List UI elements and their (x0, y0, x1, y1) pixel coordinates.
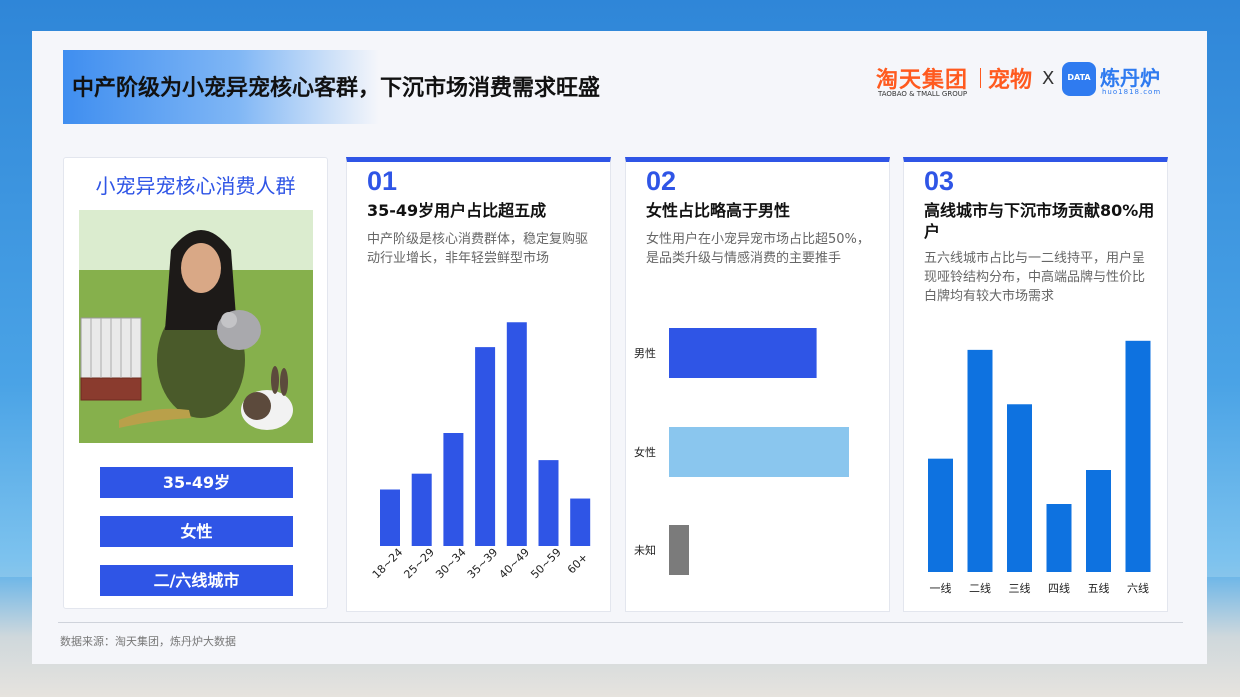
age-tick-label: 30~34 (433, 546, 469, 582)
tag-gender: 女性 (100, 516, 293, 547)
panel-age: 01 35-49岁用户占比超五成 中产阶级是核心消费群体，稳定复购驱动行业增长，… (346, 157, 611, 612)
persona-photo-illustration (79, 210, 313, 443)
age-bar-6 (570, 498, 591, 546)
city-tick-label: 三线 (1009, 581, 1031, 595)
tag-age: 35-49岁 (100, 467, 293, 498)
age-tick-label: 50~59 (528, 546, 564, 582)
persona-title: 小宠异宠核心消费人群 (95, 174, 296, 198)
lian-logo: 炼丹炉 (1100, 66, 1160, 90)
tag-city: 二/六线城市 (100, 565, 293, 596)
age-bar-3 (475, 347, 496, 546)
footer-divider (58, 622, 1183, 623)
gender-tick-label: 男性 (634, 346, 656, 360)
brand-logos: 淘天集团 TAOBAO & TMALL GROUP 宠物 X DATA 炼丹炉 … (876, 60, 1176, 104)
panel-gender: 02 女性占比略高于男性 女性用户在小宠异宠市场占比超50%，是品类升级与情感消… (625, 157, 890, 612)
age-bar-chart: 18~2425~2930~3435~3940~4950~59 60+ (370, 322, 591, 582)
age-bar-0 (380, 489, 400, 546)
age-tick-label: 25~29 (401, 546, 437, 582)
age-tick-label: 60+ (565, 551, 591, 577)
lian-badge-icon: DATA (1062, 62, 1096, 96)
persona-panel: 小宠异宠核心消费人群 35-49岁 女性 二/六线城市 (63, 157, 328, 609)
gender-bar-2 (669, 525, 689, 575)
age-tick-label: 40~49 (497, 546, 533, 582)
page-title: 中产阶级为小宠异宠核心客群，下沉市场消费需求旺盛 (72, 76, 601, 101)
gender-bar-chart: 男性女性未知 (634, 328, 849, 575)
age-bar-2 (443, 433, 464, 546)
lian-badge-text: DATA (1067, 73, 1091, 82)
age-tick-label: 18~24 (370, 546, 406, 582)
data-source: 数据来源：淘天集团，炼丹炉大数据 (60, 635, 236, 648)
city-tick-label: 一线 (930, 581, 952, 595)
age-tick-label: 35~39 (465, 546, 501, 582)
age-bar-5 (538, 460, 559, 546)
city-tick-label: 五线 (1088, 581, 1110, 595)
logo-cross: X (1042, 68, 1055, 89)
city-bar-0 (928, 458, 953, 572)
age-bar-1 (411, 473, 432, 546)
pet-logo: 宠物 (988, 68, 1033, 93)
tmall-logo-subtitle: TAOBAO & TMALL GROUP (878, 90, 968, 98)
city-bar-5 (1125, 340, 1151, 572)
city-tick-label: 四线 (1048, 581, 1070, 595)
city-tick-label: 六线 (1127, 581, 1149, 595)
age-bar-4 (506, 322, 527, 546)
gender-tick-label: 女性 (634, 445, 656, 459)
logo-separator (980, 68, 981, 88)
gender-bar-1 (669, 427, 849, 477)
city-bar-chart: 一线 二线 三线 四线 五线 六线 (928, 340, 1151, 595)
city-bar-1 (967, 349, 993, 572)
persona-photo (79, 210, 313, 443)
city-bar-4 (1086, 470, 1111, 572)
panel-city: 03 高线城市与下沉市场贡献80%用户 五六线城市占比与一二线持平，用户呈现哑铃… (903, 157, 1168, 612)
city-bar-3 (1046, 504, 1072, 572)
gender-tick-label: 未知 (634, 543, 656, 557)
lian-logo-url: huo1818.com (1102, 88, 1162, 96)
gender-bar-0 (669, 328, 817, 378)
city-bar-2 (1007, 404, 1032, 572)
city-tick-label: 二线 (969, 581, 991, 595)
